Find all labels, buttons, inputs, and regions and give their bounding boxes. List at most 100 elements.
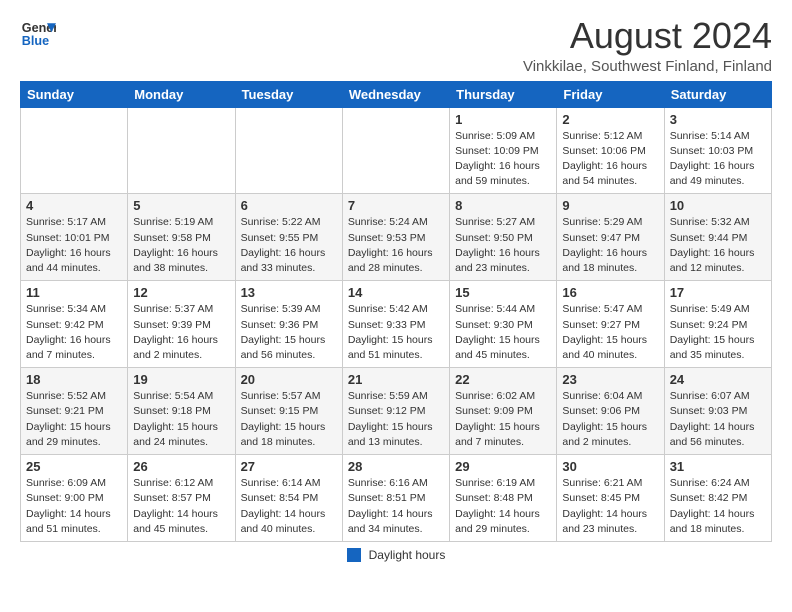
calendar-cell: 8Sunrise: 5:27 AM Sunset: 9:50 PM Daylig… (450, 194, 557, 281)
weekday-header-saturday: Saturday (664, 81, 771, 107)
calendar-cell: 14 Sunrise: 5:42 AM Sunset: 9:33 PM Dayli… (342, 281, 449, 368)
day-number: 25 (26, 459, 122, 474)
day-number: 12 (133, 285, 229, 300)
day-info: Sunrise: 5:17 AM Sunset: 10:01 PM Daylig… (26, 215, 122, 276)
day-info: Sunrise: 5:39 AM Sunset: 9:36 PM Dayligh… (241, 302, 337, 363)
calendar-cell: 13 Sunrise: 5:39 AM Sunset: 9:36 PM Dayli… (235, 281, 342, 368)
calendar-cell: 17 Sunrise: 5:49 AM Sunset: 9:24 PM Dayli… (664, 281, 771, 368)
calendar-cell: 7 Sunrise: 5:24 AM Sunset: 9:53 PM Daylig… (342, 194, 449, 281)
day-info: Sunrise: 6:19 AM Sunset: 8:48 PM Dayligh… (455, 476, 551, 537)
day-info: Sunrise: 5:12 AM Sunset: 10:06 PM Daylig… (562, 129, 658, 190)
day-number: 31 (670, 459, 766, 474)
calendar-cell: 20Sunrise: 5:57 AM Sunset: 9:15 PM Dayli… (235, 368, 342, 455)
month-year-title: August 2024 (523, 16, 772, 56)
calendar-week-row: 25Sunrise: 6:09 AM Sunset: 9:00 PM Dayli… (21, 455, 772, 542)
day-info: Sunrise: 6:07 AM Sunset: 9:03 PM Dayligh… (670, 389, 766, 450)
logo: General Blue (20, 16, 56, 52)
day-info: Sunrise: 5:49 AM Sunset: 9:24 PM Dayligh… (670, 302, 766, 363)
day-info: Sunrise: 5:19 AM Sunset: 9:58 PM Dayligh… (133, 215, 229, 276)
day-number: 30 (562, 459, 658, 474)
calendar-cell: 30 Sunrise: 6:21 AM Sunset: 8:45 PM Dayli… (557, 455, 664, 542)
calendar-cell: 31 Sunrise: 6:24 AM Sunset: 8:42 PM Dayli… (664, 455, 771, 542)
footer: Daylight hours (20, 548, 772, 562)
day-number: 1 (455, 112, 551, 127)
calendar-table: SundayMondayTuesdayWednesdayThursdayFrid… (20, 81, 772, 542)
day-number: 23 (562, 372, 658, 387)
day-number: 15 (455, 285, 551, 300)
calendar-cell: 28Sunrise: 6:16 AM Sunset: 8:51 PM Dayli… (342, 455, 449, 542)
day-number: 29 (455, 459, 551, 474)
day-number: 18 (26, 372, 122, 387)
day-number: 13 (241, 285, 337, 300)
header: General Blue August 2024 Vinkkilae, Sout… (20, 16, 772, 75)
day-number: 14 (348, 285, 444, 300)
calendar-week-row: 4 Sunrise: 5:17 AM Sunset: 10:01 PM Dayli… (21, 194, 772, 281)
day-info: Sunrise: 5:47 AM Sunset: 9:27 PM Dayligh… (562, 302, 658, 363)
day-info: Sunrise: 6:24 AM Sunset: 8:42 PM Dayligh… (670, 476, 766, 537)
page: General Blue August 2024 Vinkkilae, Sout… (0, 0, 792, 572)
calendar-cell: 18Sunrise: 5:52 AM Sunset: 9:21 PM Dayli… (21, 368, 128, 455)
day-info: Sunrise: 6:04 AM Sunset: 9:06 PM Dayligh… (562, 389, 658, 450)
location-subtitle: Vinkkilae, Southwest Finland, Finland (523, 58, 772, 75)
calendar-cell: 6 Sunrise: 5:22 AM Sunset: 9:55 PM Daylig… (235, 194, 342, 281)
calendar-week-row: 11Sunrise: 5:34 AM Sunset: 9:42 PM Dayli… (21, 281, 772, 368)
day-info: Sunrise: 6:12 AM Sunset: 8:57 PM Dayligh… (133, 476, 229, 537)
calendar-cell: 21 Sunrise: 5:59 AM Sunset: 9:12 PM Dayli… (342, 368, 449, 455)
day-info: Sunrise: 5:59 AM Sunset: 9:12 PM Dayligh… (348, 389, 444, 450)
calendar-cell: 24 Sunrise: 6:07 AM Sunset: 9:03 PM Dayli… (664, 368, 771, 455)
day-number: 27 (241, 459, 337, 474)
day-info: Sunrise: 5:34 AM Sunset: 9:42 PM Dayligh… (26, 302, 122, 363)
day-number: 4 (26, 198, 122, 213)
day-number: 24 (670, 372, 766, 387)
calendar-cell: 29 Sunrise: 6:19 AM Sunset: 8:48 PM Dayli… (450, 455, 557, 542)
calendar-cell: 9 Sunrise: 5:29 AM Sunset: 9:47 PM Daylig… (557, 194, 664, 281)
calendar-cell: 3 Sunrise: 5:14 AM Sunset: 10:03 PM Dayli… (664, 107, 771, 194)
day-number: 7 (348, 198, 444, 213)
calendar-cell: 15Sunrise: 5:44 AM Sunset: 9:30 PM Dayli… (450, 281, 557, 368)
weekday-header-sunday: Sunday (21, 81, 128, 107)
day-number: 20 (241, 372, 337, 387)
day-info: Sunrise: 6:14 AM Sunset: 8:54 PM Dayligh… (241, 476, 337, 537)
calendar-cell: 23 Sunrise: 6:04 AM Sunset: 9:06 PM Dayli… (557, 368, 664, 455)
logo-icon: General Blue (20, 16, 56, 52)
day-info: Sunrise: 5:14 AM Sunset: 10:03 PM Daylig… (670, 129, 766, 190)
day-info: Sunrise: 5:22 AM Sunset: 9:55 PM Dayligh… (241, 215, 337, 276)
calendar-cell: 10Sunrise: 5:32 AM Sunset: 9:44 PM Dayli… (664, 194, 771, 281)
day-number: 9 (562, 198, 658, 213)
day-number: 5 (133, 198, 229, 213)
weekday-header-wednesday: Wednesday (342, 81, 449, 107)
day-number: 19 (133, 372, 229, 387)
legend-label: Daylight hours (369, 548, 446, 562)
day-info: Sunrise: 6:02 AM Sunset: 9:09 PM Dayligh… (455, 389, 551, 450)
calendar-cell: 11Sunrise: 5:34 AM Sunset: 9:42 PM Dayli… (21, 281, 128, 368)
calendar-cell: 16 Sunrise: 5:47 AM Sunset: 9:27 PM Dayli… (557, 281, 664, 368)
calendar-cell (128, 107, 235, 194)
weekday-header-row: SundayMondayTuesdayWednesdayThursdayFrid… (21, 81, 772, 107)
weekday-header-monday: Monday (128, 81, 235, 107)
weekday-header-friday: Friday (557, 81, 664, 107)
day-number: 21 (348, 372, 444, 387)
day-number: 17 (670, 285, 766, 300)
legend-color-box (347, 548, 361, 562)
title-area: August 2024 Vinkkilae, Southwest Finland… (523, 16, 772, 75)
day-info: Sunrise: 5:27 AM Sunset: 9:50 PM Dayligh… (455, 215, 551, 276)
calendar-cell: 5 Sunrise: 5:19 AM Sunset: 9:58 PM Daylig… (128, 194, 235, 281)
day-info: Sunrise: 5:09 AM Sunset: 10:09 PM Daylig… (455, 129, 551, 190)
calendar-cell: 26 Sunrise: 6:12 AM Sunset: 8:57 PM Dayli… (128, 455, 235, 542)
day-number: 6 (241, 198, 337, 213)
calendar-cell: 25Sunrise: 6:09 AM Sunset: 9:00 PM Dayli… (21, 455, 128, 542)
day-info: Sunrise: 5:29 AM Sunset: 9:47 PM Dayligh… (562, 215, 658, 276)
day-number: 3 (670, 112, 766, 127)
calendar-cell: 1 Sunrise: 5:09 AM Sunset: 10:09 PM Dayli… (450, 107, 557, 194)
day-info: Sunrise: 5:42 AM Sunset: 9:33 PM Dayligh… (348, 302, 444, 363)
day-info: Sunrise: 6:21 AM Sunset: 8:45 PM Dayligh… (562, 476, 658, 537)
day-info: Sunrise: 5:32 AM Sunset: 9:44 PM Dayligh… (670, 215, 766, 276)
calendar-cell: 4 Sunrise: 5:17 AM Sunset: 10:01 PM Dayli… (21, 194, 128, 281)
weekday-header-tuesday: Tuesday (235, 81, 342, 107)
day-info: Sunrise: 5:24 AM Sunset: 9:53 PM Dayligh… (348, 215, 444, 276)
day-number: 2 (562, 112, 658, 127)
day-info: Sunrise: 5:37 AM Sunset: 9:39 PM Dayligh… (133, 302, 229, 363)
day-number: 26 (133, 459, 229, 474)
day-number: 16 (562, 285, 658, 300)
calendar-week-row: 18Sunrise: 5:52 AM Sunset: 9:21 PM Dayli… (21, 368, 772, 455)
